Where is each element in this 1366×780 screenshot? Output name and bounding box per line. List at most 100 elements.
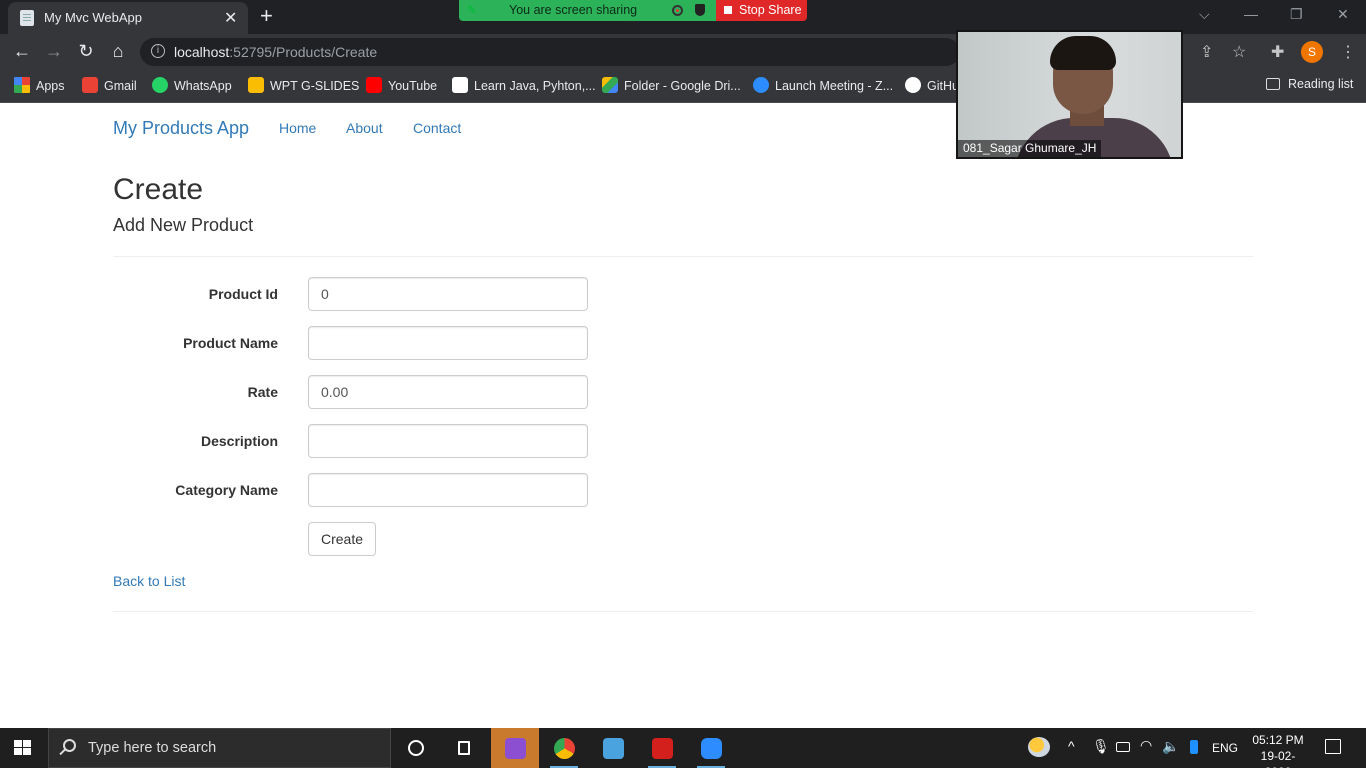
browser-tabstrip: My Mvc WebApp ✕ + ✎ You are screen shari… [0,0,1366,34]
apps-grid-icon [14,77,30,93]
url-host: localhost [174,44,230,60]
onedrive-icon[interactable] [1190,740,1198,754]
search-icon [63,739,76,752]
taskbar: Type here to search ^ 🎙 ◠ 🔈 ENG 05:12 PM… [0,728,1366,779]
visual-studio-icon[interactable] [491,728,539,768]
bookmark-label: WhatsApp [174,79,232,93]
description-input[interactable] [308,424,588,458]
profile-avatar[interactable]: S [1301,41,1323,63]
taskbar-search[interactable]: Type here to search [48,728,391,768]
page-title: Create [113,173,204,206]
language-indicator[interactable]: ENG [1212,741,1238,755]
close-window-icon[interactable]: ✕ [1337,6,1349,23]
address-bar[interactable]: i localhost:52795/Products/Create [140,38,960,66]
product-name-label: Product Name [183,335,278,351]
share-page-icon[interactable]: ⇪ [1200,42,1213,62]
bookmark-label: Gmail [104,79,137,93]
product-name-input[interactable] [308,326,588,360]
create-button[interactable]: Create [308,522,376,556]
bookmark-label: Launch Meeting - Z... [775,79,894,93]
clock[interactable]: 05:12 PM 19-02-2022 [1248,732,1308,780]
github-icon [905,77,921,93]
participant-name: 081_Sagar Ghumare_JH [958,140,1102,157]
extensions-icon[interactable]: ✚ [1271,42,1284,62]
nav-about[interactable]: About [346,120,383,136]
product-id-label: Product Id [208,286,278,302]
bookmark-google-drive[interactable]: Folder - Google Dri... [602,77,741,93]
bookmark-wpt-gslides[interactable]: WPT G-SLIDES [248,77,359,93]
notification-icon[interactable] [1325,739,1341,754]
bookmark-label: WPT G-SLIDES [270,79,360,93]
nav-contact[interactable]: Contact [413,120,461,136]
reading-list-button[interactable]: Reading list [1266,77,1353,91]
remote-desktop-icon[interactable] [589,728,637,768]
description-label: Description [200,433,278,449]
cortana-icon[interactable] [392,728,440,768]
category-name-input[interactable] [308,473,588,507]
stop-share-label: Stop Share [739,3,802,17]
whatsapp-icon [152,77,168,93]
stop-share-button[interactable]: Stop Share [716,0,807,21]
product-id-input[interactable] [308,277,588,311]
rate-label: Rate [247,384,278,400]
volume-icon[interactable]: 🔈 [1162,738,1179,755]
back-icon[interactable]: ← [10,41,34,62]
youtube-icon [366,77,382,93]
home-icon[interactable]: ⌂ [106,41,130,62]
back-to-list-link[interactable]: Back to List [113,573,185,589]
gmail-icon [82,77,98,93]
google-drive-icon [602,77,618,93]
url-text: localhost:52795/Products/Create [174,44,377,60]
web-page: My Products App Home About Contact Creat… [0,103,1366,728]
task-view-icon[interactable] [440,728,488,768]
bookmark-label: GitHu [927,79,959,93]
brand-link[interactable]: My Products App [113,118,249,139]
bookmark-apps[interactable]: Apps [14,77,65,93]
record-icon[interactable] [672,5,683,16]
menu-icon[interactable]: ⋮ [1340,42,1356,62]
rate-input[interactable] [308,375,588,409]
bookmark-star-icon[interactable]: ☆ [1232,42,1246,62]
windows-start-icon[interactable] [14,740,32,756]
screen-share-banner[interactable]: ✎ You are screen sharing [459,0,716,21]
bookmark-github[interactable]: GitHu [905,77,959,93]
search-placeholder: Type here to search [88,740,217,756]
tab-title: My Mvc WebApp [44,10,143,25]
bookmark-label: Folder - Google Dri... [624,79,741,93]
reload-icon[interactable]: ↻ [74,41,98,62]
weather-icon[interactable] [1028,737,1050,757]
bookmark-learn-java[interactable]: Learn Java, Pyhton,... [452,77,596,93]
category-name-label: Category Name [175,482,278,498]
chevron-up-icon[interactable]: ^ [1068,738,1075,754]
minimize-icon[interactable]: — [1244,6,1258,22]
video-thumbnail[interactable]: 081_Sagar Ghumare_JH [956,30,1183,159]
wifi-icon[interactable]: ◠ [1140,737,1152,754]
bookmark-gmail[interactable]: Gmail [82,77,137,93]
restore-icon[interactable]: ❐ [1290,6,1303,23]
nav-home[interactable]: Home [279,120,316,136]
battery-icon[interactable] [1116,742,1130,752]
url-path: :52795/Products/Create [229,44,378,60]
stop-icon [724,6,732,14]
zoom-app-icon[interactable] [687,728,735,768]
site-info-icon[interactable]: i [151,44,165,58]
bookmark-youtube[interactable]: YouTube [366,77,437,93]
bookmark-whatsapp[interactable]: WhatsApp [152,77,232,93]
bookmark-label: Apps [36,79,65,93]
browser-tab[interactable]: My Mvc WebApp ✕ [8,2,248,34]
annotate-icon[interactable]: ✎ [467,3,477,17]
divider [113,256,1253,257]
forward-icon[interactable]: → [42,41,66,62]
chrome-icon[interactable] [540,728,588,768]
bookmark-zoom[interactable]: Launch Meeting - Z... [753,77,893,93]
zoom-icon [753,77,769,93]
acrobat-icon[interactable] [638,728,686,768]
tab-close-icon[interactable]: ✕ [224,8,237,28]
tab-search-icon[interactable]: ⌵ [1199,6,1210,23]
slides-icon [248,77,264,93]
microphone-icon[interactable]: 🎙 [1092,738,1110,755]
shield-icon[interactable] [695,4,705,16]
new-tab-button[interactable]: + [260,4,273,28]
learn-site-icon [452,77,468,93]
reading-list-label: Reading list [1288,77,1354,91]
